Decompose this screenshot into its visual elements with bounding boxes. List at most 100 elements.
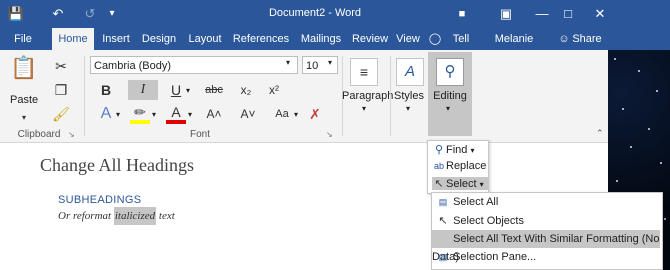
share-button[interactable]: Share — [572, 28, 602, 50]
tab-insert[interactable]: Insert — [96, 28, 136, 50]
title-bar: 💾 ↶ ↺ ▾ Document2 - Word ■ ▣ — □ ✕ — [0, 0, 670, 28]
user-name[interactable]: Melanie P... — [486, 28, 542, 67]
minimize-icon[interactable]: — — [532, 4, 552, 24]
styles-icon[interactable]: A — [396, 58, 424, 86]
strikethrough-button[interactable]: abc — [202, 80, 226, 100]
change-case-button[interactable]: Aa — [270, 104, 294, 124]
collapse-ribbon-icon[interactable]: ⌃ — [596, 128, 604, 139]
document-body-line[interactable]: Or reformat italicized text — [58, 207, 175, 225]
tab-mailings[interactable]: Mailings — [296, 28, 346, 50]
save-icon[interactable]: 💾 — [6, 4, 26, 24]
paste-icon[interactable]: 📋 — [10, 57, 38, 86]
bold-button[interactable]: B — [96, 80, 116, 100]
replace-icon: ab — [433, 161, 444, 171]
font-group-label: Font — [189, 129, 210, 140]
cut-icon[interactable]: ✂ — [52, 56, 70, 76]
selection-pane-icon: ▤ — [438, 252, 448, 262]
editing-dropdown-icon[interactable]: ▾ — [446, 104, 450, 113]
editing-dropdown-menu: ⚲ Find ▾ ab Replace ↖ Select ▾ — [427, 140, 489, 194]
select-all-item[interactable]: ▤ Select All — [436, 196, 658, 208]
font-name-dropdown-icon[interactable]: ▾ — [286, 58, 290, 67]
lightbulb-icon[interactable]: ◯ — [428, 28, 442, 50]
paragraph-icon[interactable]: ≡ — [350, 58, 378, 86]
format-painter-icon[interactable]: 🖌 — [52, 104, 70, 124]
selected-text[interactable]: italicized — [113, 207, 157, 225]
cursor-icon: ↖ — [434, 178, 444, 190]
copy-icon[interactable]: ❐ — [52, 80, 70, 100]
select-similar-formatting-item[interactable]: Select All Text With Similar Formatting … — [432, 230, 660, 263]
paragraph-dropdown-icon[interactable]: ▾ — [362, 104, 366, 113]
highlight-dropdown-icon[interactable]: ▾ — [152, 110, 156, 119]
underline-dropdown-icon[interactable]: ▾ — [186, 86, 190, 95]
tab-home[interactable]: Home — [52, 28, 94, 52]
highlight-button[interactable]: ✏ — [130, 104, 150, 124]
paragraph-label[interactable]: Paragraph — [342, 90, 393, 102]
line-text-before: Or reformat — [58, 210, 114, 222]
customize-qat-icon[interactable]: ▾ — [104, 4, 120, 24]
tab-view[interactable]: View — [394, 28, 422, 50]
tab-design[interactable]: Design — [140, 28, 178, 50]
clipboard-launcher-icon[interactable]: ↘ — [68, 130, 75, 139]
text-effects-dropdown-icon[interactable]: ▾ — [116, 110, 120, 119]
find-dropdown-icon[interactable]: ▾ — [470, 146, 474, 155]
document-heading[interactable]: Change All Headings — [40, 155, 194, 176]
share-icon[interactable]: ☺ — [558, 28, 570, 50]
replace-menu-item[interactable]: ab Replace — [432, 160, 486, 172]
styles-dropdown-icon[interactable]: ▾ — [406, 104, 410, 113]
italic-button[interactable]: I — [128, 80, 158, 100]
select-all-icon: ▤ — [438, 197, 448, 207]
separator — [390, 56, 391, 136]
select-objects-label: Select Objects — [453, 215, 524, 227]
font-color-dropdown-icon[interactable]: ▾ — [188, 110, 192, 119]
tab-layout[interactable]: Layout — [186, 28, 224, 50]
select-objects-icon: ↖ — [438, 215, 448, 227]
font-color-button[interactable]: A — [166, 104, 186, 124]
clear-formatting-icon[interactable]: ✗ — [304, 104, 326, 124]
tab-references[interactable]: References — [232, 28, 290, 50]
subscript-button[interactable]: x₂ — [236, 80, 256, 100]
redo-icon[interactable]: ↺ — [80, 4, 100, 24]
maximize-icon[interactable]: □ — [558, 4, 578, 24]
paste-dropdown-icon[interactable]: ▾ — [22, 108, 26, 128]
ribbon-display-icon[interactable]: ▣ — [496, 4, 516, 24]
styles-label[interactable]: Styles — [392, 90, 426, 102]
selection-pane-item[interactable]: ▤ Selection Pane... — [436, 251, 658, 263]
select-label: Select — [446, 178, 477, 190]
window-title: Document2 - Word — [268, 7, 362, 19]
select-objects-item[interactable]: ↖ Select Objects — [436, 214, 658, 227]
grow-font-button[interactable]: A˄ — [202, 104, 226, 124]
account-icon[interactable]: ■ — [452, 4, 472, 24]
replace-label: Replace — [446, 160, 487, 172]
editing-icon[interactable]: ⚲ — [436, 58, 464, 86]
paste-label[interactable]: Paste — [10, 94, 38, 106]
close-icon[interactable]: ✕ — [590, 4, 610, 24]
find-menu-item[interactable]: ⚲ Find ▾ — [432, 143, 475, 156]
font-launcher-icon[interactable]: ↘ — [326, 130, 333, 139]
tell-me-box[interactable]: Tell me — [444, 28, 478, 67]
font-size-box[interactable]: 10 — [302, 56, 338, 74]
find-icon: ⚲ — [434, 144, 444, 156]
ribbon-tabs: File Home Insert Design Layout Reference… — [0, 28, 670, 67]
superscript-button[interactable]: x² — [264, 80, 284, 100]
select-all-label: Select All — [453, 196, 499, 208]
tab-review[interactable]: Review — [350, 28, 390, 50]
ribbon: 📋 Paste ▾ ✂ ❐ 🖌 Clipboard ↘ Cambria (Bod… — [0, 50, 608, 143]
find-label: Find — [446, 144, 468, 156]
separator — [84, 56, 85, 136]
selection-pane-label: Selection Pane... — [453, 251, 537, 263]
select-menu-item[interactable]: ↖ Select ▾ — [432, 177, 488, 190]
font-name-box[interactable]: Cambria (Body) — [90, 56, 298, 74]
text-effects-button[interactable]: A — [96, 104, 116, 124]
editing-label[interactable]: Editing — [428, 90, 472, 102]
undo-icon[interactable]: ↶ — [48, 4, 68, 24]
tab-file[interactable]: File — [8, 28, 38, 50]
font-size-dropdown-icon[interactable]: ▾ — [328, 58, 332, 67]
change-case-dropdown-icon[interactable]: ▾ — [294, 110, 298, 119]
clipboard-group-label: Clipboard — [17, 129, 61, 140]
line-text-after: text — [156, 210, 175, 222]
select-submenu: ▤ Select All ↖ Select Objects Select All… — [431, 192, 663, 270]
shrink-font-button[interactable]: A˅ — [236, 104, 260, 124]
document-subheading[interactable]: SUBHEADINGS — [58, 194, 141, 206]
select-dropdown-icon: ▾ — [479, 180, 484, 189]
underline-button[interactable]: U — [166, 80, 186, 100]
